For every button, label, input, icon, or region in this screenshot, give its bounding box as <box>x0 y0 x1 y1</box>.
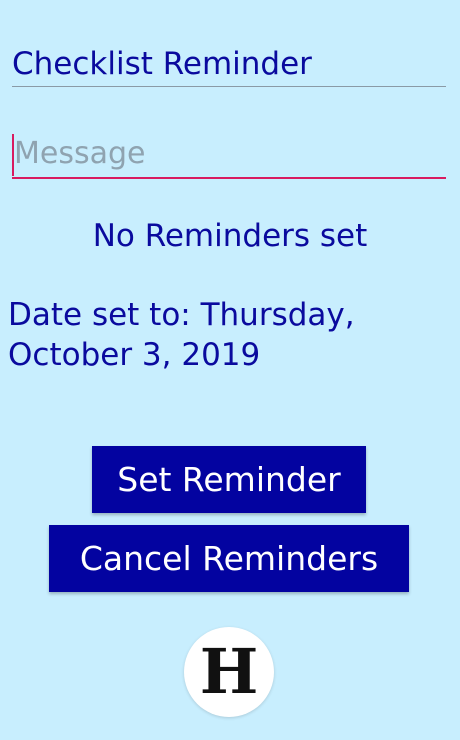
set-reminder-button[interactable]: Set Reminder <box>92 446 366 513</box>
h-logo-icon: H <box>199 635 259 708</box>
title-field[interactable]: Checklist Reminder <box>12 40 446 87</box>
logo-button[interactable]: H <box>184 627 274 717</box>
title-text: Checklist Reminder <box>12 46 312 82</box>
message-field[interactable] <box>12 130 446 179</box>
status-text: No Reminders set <box>92 218 368 254</box>
cancel-reminders-button[interactable]: Cancel Reminders <box>49 525 409 592</box>
date-label: Date set to: Thursday, October 3, 2019 <box>8 297 355 373</box>
message-input[interactable] <box>12 130 446 176</box>
